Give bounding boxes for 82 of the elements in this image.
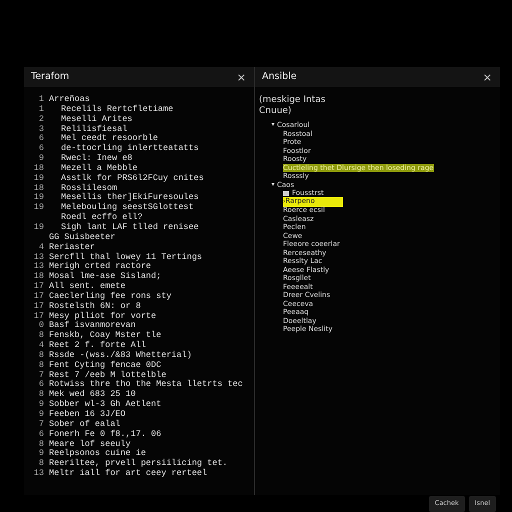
line-number: 17: [32, 282, 44, 292]
line-number: 8: [38, 390, 44, 400]
code-line: Mek wed 683 25 10: [49, 390, 136, 400]
code-line: Fent Cyting fencae 0DC: [49, 360, 162, 370]
code-line: Sigh lant LAF tlled renisee: [60, 222, 199, 232]
code-line: Arreñoas: [49, 95, 90, 104]
code-line: Relilisfiesal: [60, 124, 128, 134]
line-number: 0: [38, 321, 44, 331]
line-number: 18: [32, 272, 44, 282]
code-line: GG Suisbeeter: [49, 232, 116, 242]
line-number: 8: [38, 331, 44, 341]
line-number: 8: [38, 440, 44, 449]
code-line: Basf isvanmorevan: [49, 321, 136, 330]
line-number: 9: [38, 410, 44, 420]
line-number: 17: [32, 292, 44, 302]
line-number: 9: [38, 449, 44, 459]
line-number: 8: [38, 459, 44, 469]
code-line: Mosal lme-ase Sisland;: [49, 272, 162, 282]
line-number: 7: [38, 370, 44, 380]
code-line: Rostelsth 6N: or 8: [49, 302, 141, 312]
code-line: Roedl ecffo ell?: [60, 213, 143, 222]
code-line: Rssde -(wss./&83 Whetterial): [49, 350, 192, 360]
line-number: 2: [38, 114, 44, 125]
code-line: Rwecl: Inew e8: [60, 154, 132, 164]
code-line: Sercfll thal lowey 11 Tertings: [49, 252, 202, 262]
line-number: 6: [38, 134, 44, 144]
code-line: Caeclerling fee rons sty: [49, 292, 172, 302]
code-line: Mezell a Mebble: [60, 164, 138, 174]
code-line: Mel ceedt resoorble: [60, 134, 158, 144]
line-number: 13: [32, 252, 44, 262]
line-number: 18: [32, 184, 44, 193]
code-line: Meare lof seeuly: [49, 440, 131, 449]
line-number: 13: [32, 469, 44, 479]
code-line: Merigh crted ractore: [49, 262, 152, 272]
line-number: 17: [32, 302, 44, 312]
code-line: Reeriltee, prvell persiilicing tet.: [49, 459, 228, 468]
line-number: 19: [32, 174, 44, 184]
code-line: Feeben 16 3J/EO: [49, 410, 126, 420]
code-line: de-ttocrling inlertteatatts: [60, 144, 199, 154]
line-number: 17: [32, 312, 44, 321]
code-line: Rotwiss thre tho the Mesta lletrts tec: [49, 380, 243, 390]
code-line: Reet 2 f. forte All: [49, 341, 146, 350]
code-line: Mesy plliot for vorte: [49, 312, 156, 321]
code-line: Rest 7 /eeb M lottelble: [49, 370, 166, 380]
code-line: Rosslilesom: [60, 184, 118, 193]
code-line: Recelils Rertcfletiame: [60, 104, 174, 114]
code-line: All sent. emete: [49, 282, 126, 292]
line-number: 19: [32, 203, 44, 214]
line-number: 1: [38, 95, 44, 105]
code-line: Asstlk for PRS6l2FCuy cnites: [60, 174, 204, 184]
code-line: Meselli Arites: [60, 114, 132, 124]
line-number: 3: [38, 124, 44, 134]
close-button[interactable]: ×: [482, 72, 492, 82]
line-number: 19: [32, 222, 44, 233]
line-number: 13: [32, 262, 44, 272]
code-line: Sobber wl-3 Gh Aetlent: [49, 400, 162, 410]
line-number: 9: [38, 400, 44, 410]
line-number: 6: [38, 380, 44, 390]
line-number: 19: [32, 193, 44, 203]
code-line: Fonerh Fe 0 f8.,17. 06: [49, 430, 162, 440]
code-line: Mesellis ther]EkiFuresoules: [60, 193, 199, 202]
code-line: Reelpsonos cuine ie: [49, 449, 146, 458]
line-number: 6: [38, 430, 44, 440]
line-number: 8: [38, 350, 44, 361]
code-line: Fenskb, Coay Mster tle: [49, 331, 162, 340]
code-line: Meltr iall for art ceey rerteel: [49, 469, 208, 479]
code-line: Sober of ealal: [49, 420, 120, 430]
code-line: Reriaster: [49, 242, 95, 252]
line-number: 8: [38, 360, 44, 371]
line-number: 4: [38, 341, 44, 351]
panel-title: Ansible: [262, 70, 297, 84]
tree-heading: (meskige Intas Cnuue): [259, 95, 326, 117]
code-line: Melebouling seestSGlottest: [60, 203, 194, 212]
line-number: 6: [38, 144, 44, 154]
line-number: 7: [38, 420, 44, 430]
line-number: 9: [38, 154, 44, 164]
line-number: 4: [38, 242, 44, 252]
line-number: 1: [38, 104, 44, 115]
panel-title: Terafom: [31, 70, 70, 84]
folder-icon: [283, 190, 289, 196]
close-button[interactable]: ×: [236, 72, 246, 82]
line-number: 18: [32, 164, 44, 174]
